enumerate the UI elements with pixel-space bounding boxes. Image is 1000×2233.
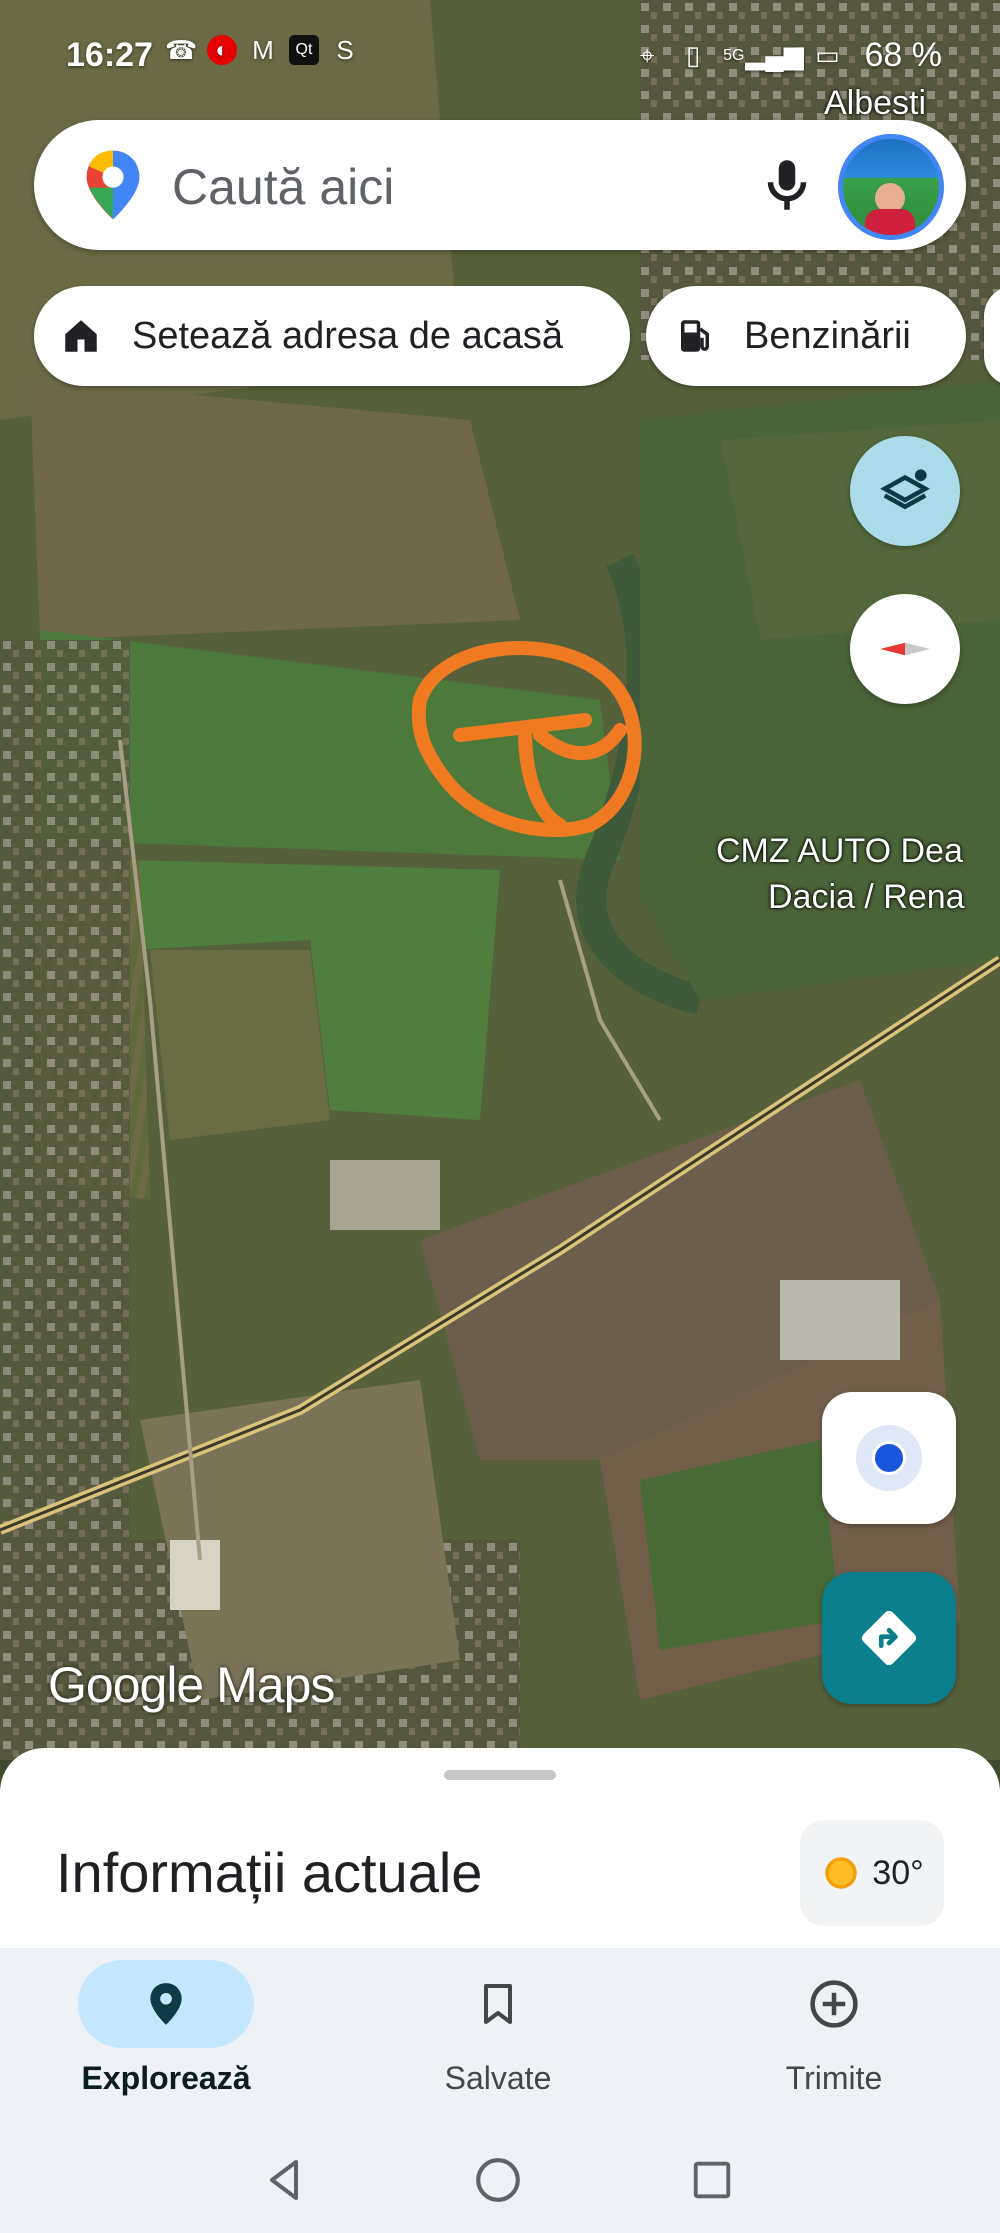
app-icon: Qt <box>289 35 319 65</box>
my-location-button[interactable] <box>822 1392 956 1524</box>
home-button[interactable] <box>468 2150 528 2210</box>
tab-explore-label: Explorează <box>81 2060 251 2096</box>
system-icons: ⌖ ▯ 5G ▂▄▆ ▭ 68 % <box>631 36 942 75</box>
poi-label-line2[interactable]: Dacia / Rena <box>768 878 965 917</box>
notification-icons: ☎ ◐ M Qt S <box>165 34 361 66</box>
missed-call-icon: ☎ <box>164 34 198 65</box>
bottom-sheet[interactable]: Informații actuale 30° <box>0 1748 1000 1948</box>
vibrate-icon: ▯ <box>686 40 701 70</box>
tab-contribute-pill <box>746 1960 922 2048</box>
s-app-icon: S <box>336 34 354 65</box>
google-maps-pin-icon <box>86 150 140 220</box>
avatar-shirt <box>865 209 915 235</box>
vodafone-icon: ◐ <box>207 35 237 65</box>
gas-station-icon <box>681 320 709 352</box>
microphone-icon[interactable] <box>754 152 820 218</box>
layers-button[interactable] <box>850 436 960 546</box>
location-icon: ⌖ <box>639 39 655 70</box>
place-label-albesti[interactable]: Albesti <box>824 84 926 123</box>
weather-chip[interactable]: 30° <box>800 1820 944 1926</box>
avatar[interactable] <box>838 134 944 240</box>
location-dot-icon <box>856 1425 922 1491</box>
home-circle-icon <box>476 2158 520 2202</box>
home-icon <box>65 320 97 352</box>
back-button[interactable] <box>256 2150 316 2210</box>
sheet-drag-handle[interactable] <box>444 1770 556 1780</box>
network-type: 5G <box>723 46 745 64</box>
bookmark-icon <box>484 1984 512 2024</box>
tab-saved[interactable]: Salvate <box>378 1960 618 2120</box>
compass-icon <box>880 642 930 656</box>
layers-icon <box>880 469 930 510</box>
status-time: 16:27 <box>66 36 153 74</box>
chip-gas-stations[interactable]: Benzinării <box>646 286 966 386</box>
tab-contribute-label: Trimite <box>785 2060 883 2096</box>
recents-square-icon <box>693 2161 731 2199</box>
weather-temperature: 30° <box>872 1853 924 1892</box>
google-maps-logo: Google Maps <box>48 1657 335 1713</box>
chip-home-address[interactable]: Setează adresa de acasă <box>34 286 630 386</box>
signal-icon: ▂▄▆ <box>745 40 804 70</box>
tab-saved-label: Salvate <box>444 2060 552 2096</box>
search-bar[interactable]: Caută aici <box>34 120 966 250</box>
sun-icon <box>825 1857 858 1889</box>
back-triangle-icon <box>270 2160 298 2200</box>
tab-explore[interactable]: Explorează <box>46 1960 286 2120</box>
sheet-title: Informații actuale <box>56 1841 483 1904</box>
add-circle-icon <box>810 1980 858 2028</box>
status-bar: 16:27 ☎ ◐ M Qt S ⌖ ▯ 5G ▂▄▆ ▭ 68 % <box>0 30 1000 86</box>
battery-icon: ▭ <box>815 40 840 70</box>
recents-button[interactable] <box>682 2150 742 2210</box>
poi-label-line1[interactable]: CMZ AUTO Dea <box>716 832 963 871</box>
chip-gas-label: Benzinării <box>744 314 911 357</box>
compass-button[interactable] <box>850 594 960 704</box>
bottom-navigation: Explorează Salvate Trimite <box>0 1948 1000 2128</box>
battery-level: 68 % <box>864 36 943 74</box>
directions-button[interactable] <box>822 1572 956 1704</box>
explore-pin-icon <box>150 1983 182 2025</box>
directions-icon <box>861 1610 917 1666</box>
tab-saved-pill <box>410 1960 586 2048</box>
tab-explore-pill <box>78 1960 254 2048</box>
system-navigation-bar <box>0 2128 1000 2233</box>
tab-contribute[interactable]: Trimite <box>714 1960 954 2120</box>
gmail-icon: M <box>252 34 274 65</box>
search-input[interactable]: Caută aici <box>172 158 394 216</box>
chip-home-label: Setează adresa de acasă <box>132 314 563 357</box>
